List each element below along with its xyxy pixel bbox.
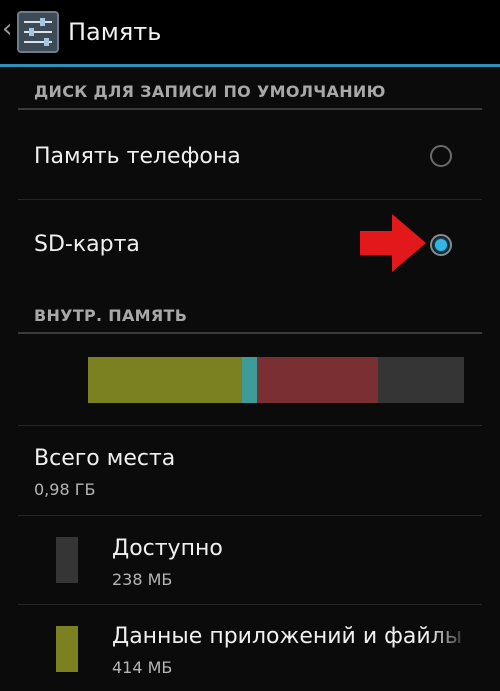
usage-segment-misc [257, 357, 378, 403]
action-bar-divider [0, 64, 500, 67]
action-bar: ‹ Память [0, 0, 500, 64]
chevron-left-icon[interactable]: ‹ [2, 14, 12, 44]
usage-segment-available [377, 357, 464, 403]
usage-segment-apps [88, 357, 243, 403]
usage-segment-other [242, 357, 258, 403]
settings-sliders-icon[interactable] [16, 10, 60, 54]
app-data-swatch [56, 626, 78, 672]
page-title: Память [68, 18, 162, 46]
radio-phone-memory[interactable] [430, 145, 452, 167]
total-space-value: 0,98 ГБ [34, 480, 96, 499]
available-swatch [56, 537, 78, 583]
app-data-value: 414 МБ [112, 658, 173, 677]
section-title: ДИСК ДЛЯ ЗАПИСИ ПО УМОЛЧАНИЮ [34, 82, 386, 101]
option-label: SD-карта [34, 232, 140, 257]
available-value: 238 МБ [112, 570, 173, 589]
storage-usage-bar [88, 357, 464, 403]
red-arrow-icon [360, 214, 426, 272]
divider [18, 604, 482, 605]
text-fade [430, 620, 470, 660]
section-header-internal-memory: ВНУТР. ПАМЯТЬ [18, 294, 482, 334]
radio-sd-card[interactable] [430, 234, 452, 256]
app-data-label: Данные приложений и файлы [112, 624, 463, 649]
available-label: Доступно [112, 536, 223, 561]
divider [18, 515, 482, 516]
section-title: ВНУТР. ПАМЯТЬ [34, 306, 188, 325]
section-header-default-disk: ДИСК ДЛЯ ЗАПИСИ ПО УМОЛЧАНИЮ [18, 70, 482, 110]
divider [18, 425, 482, 426]
total-space-label: Всего места [34, 446, 176, 471]
option-phone-memory[interactable]: Память телефона [18, 112, 482, 200]
option-label: Память телефона [34, 144, 241, 169]
